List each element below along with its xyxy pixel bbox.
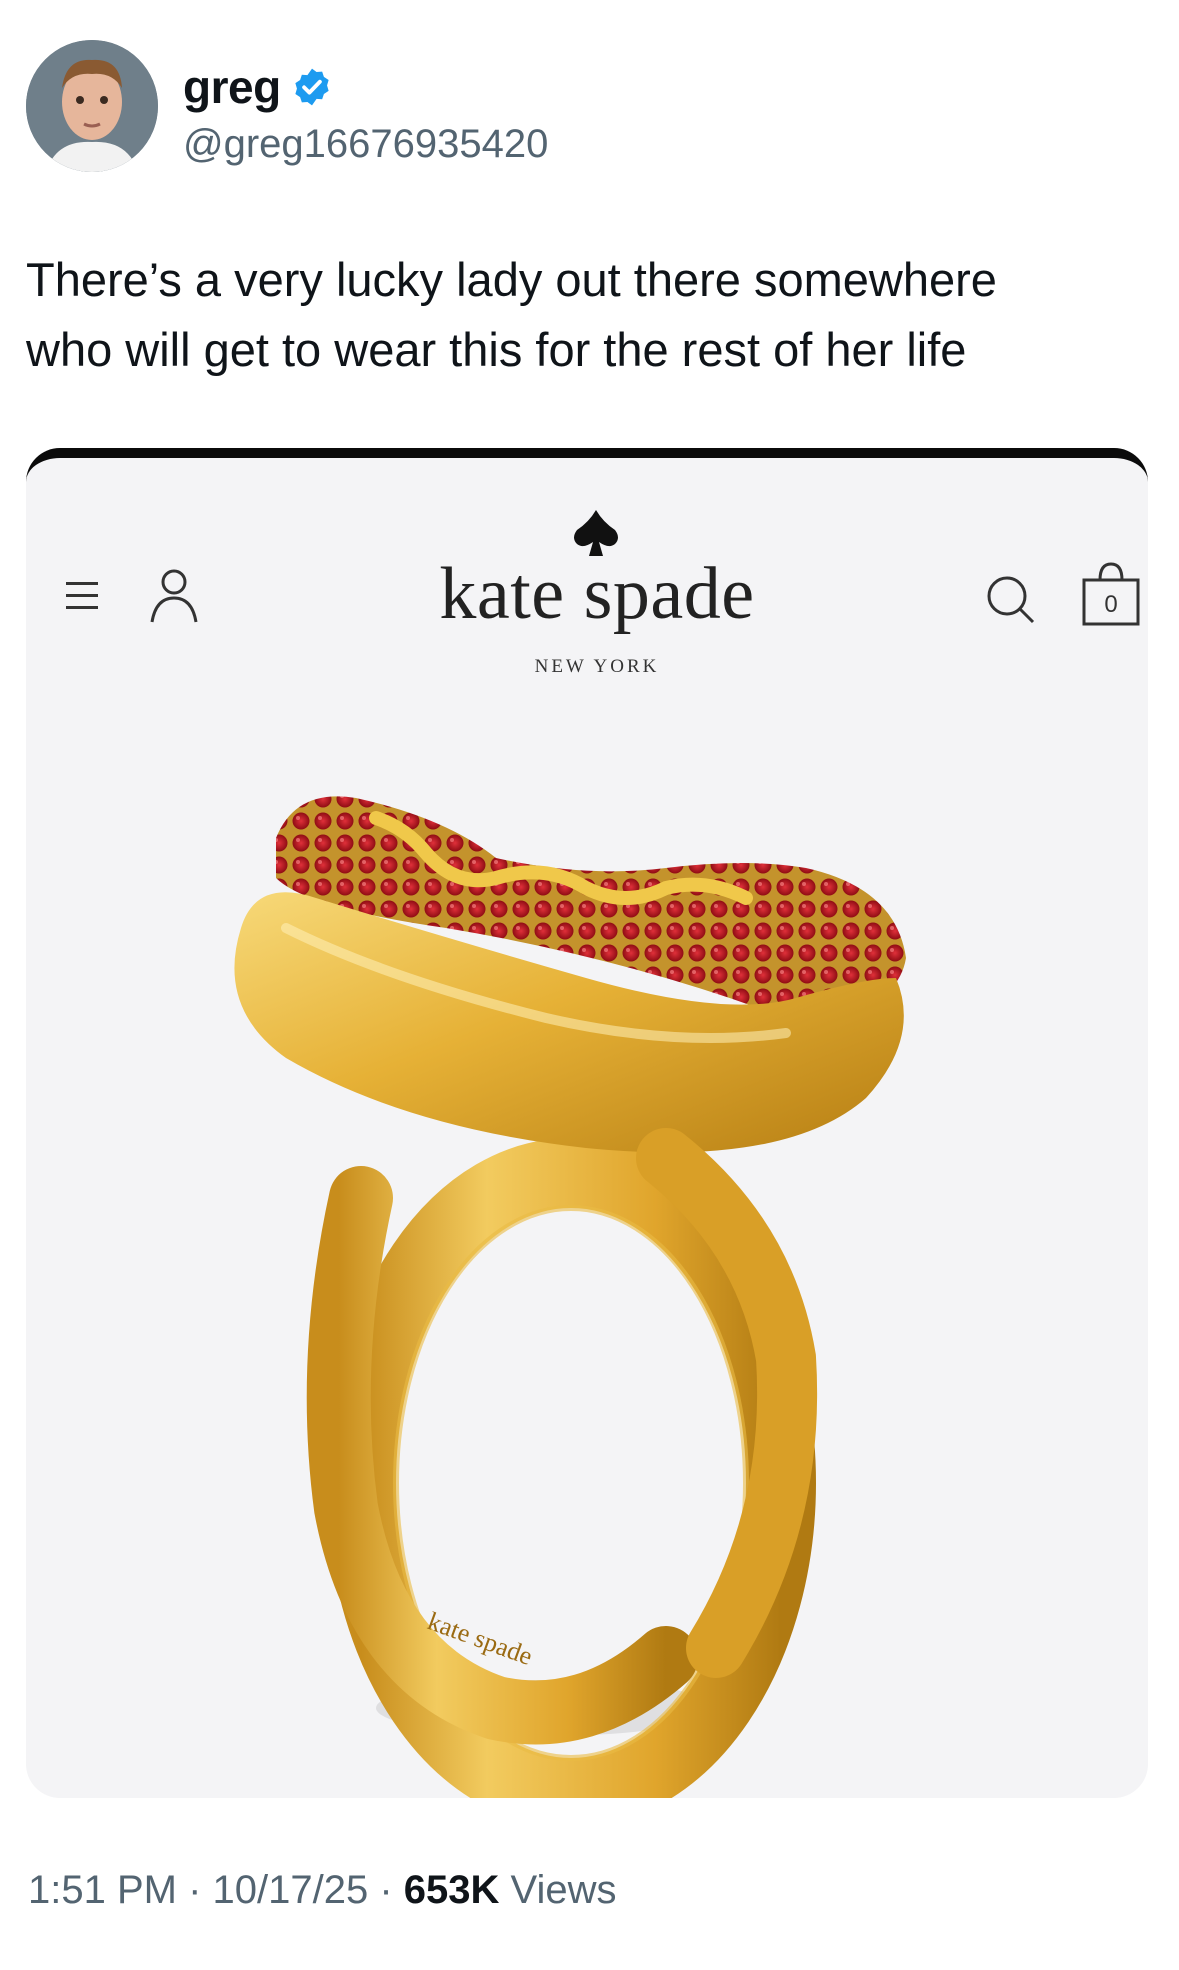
verified-badge-icon <box>295 68 329 106</box>
views-label: Views <box>510 1868 617 1912</box>
author-handle[interactable]: @greg16676935420 <box>183 122 548 167</box>
search-icon[interactable] <box>981 570 1037 626</box>
tweet-text-line-2: who will get to wear this for the rest o… <box>26 323 967 376</box>
bag-count: 0 <box>1104 591 1117 618</box>
shopping-bag-icon[interactable]: 0 <box>1080 558 1142 628</box>
author-name[interactable]: greg <box>183 60 281 114</box>
avatar[interactable] <box>26 40 158 172</box>
brand-location: NEW YORK <box>534 656 660 677</box>
tweet-date[interactable]: 10/17/25 <box>213 1868 369 1912</box>
brand-name: kate spade <box>439 553 755 635</box>
kate-spade-header: kate spade NEW YORK 0 <box>26 458 1148 708</box>
tweet-media-image[interactable]: kate spade kate spade NEW YORK 0 <box>26 448 1148 1798</box>
views-count: 653K <box>403 1868 500 1912</box>
tweet-text: There’s a very lucky lady out there some… <box>26 245 1136 385</box>
tweet-metadata: 1:51 PM · 10/17/25 · 653K Views <box>28 1868 617 1912</box>
tweet-header: greg @greg16676935420 <box>26 40 1126 175</box>
tweet-time[interactable]: 1:51 PM <box>28 1868 177 1912</box>
tweet-text-line-1: There’s a very lucky lady out there some… <box>26 253 997 306</box>
spade-logo-icon <box>574 510 618 556</box>
